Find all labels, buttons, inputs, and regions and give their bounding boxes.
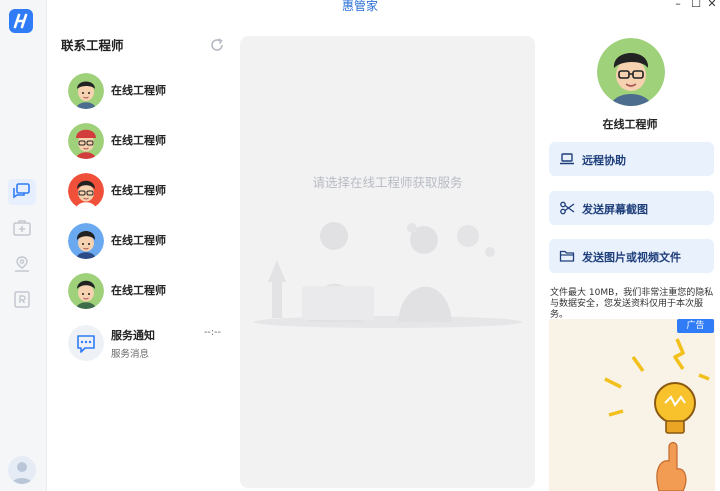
engineer-list-item[interactable]: 在线工程师 xyxy=(66,121,226,163)
engineer-name: 在线工程师 xyxy=(111,234,166,247)
scissors-icon xyxy=(560,201,575,215)
engineer-name: 在线工程师 xyxy=(111,84,166,97)
people-illustration-icon xyxy=(254,222,522,328)
refresh-button[interactable] xyxy=(209,37,225,53)
engineer-list-item[interactable]: 在线工程师 xyxy=(66,271,226,313)
user-avatar[interactable] xyxy=(8,456,36,484)
lightbulb-ad-icon xyxy=(604,338,710,491)
sidebar-item-chat[interactable] xyxy=(8,179,36,205)
sidebar-item-records[interactable] xyxy=(12,289,32,309)
minimize-button[interactable]: – xyxy=(671,0,685,10)
empty-state-illustration xyxy=(252,210,524,332)
ad-badge: 广告 xyxy=(677,319,714,333)
refresh-icon xyxy=(211,38,223,51)
engineer-list-item[interactable]: 在线工程师 xyxy=(66,221,226,263)
engineer-list-item[interactable]: 在线工程师 xyxy=(66,171,226,213)
sidebar-item-location[interactable] xyxy=(12,254,32,274)
remote-assist-button[interactable]: 远程协助 xyxy=(549,142,714,176)
r-document-icon xyxy=(14,291,30,308)
message-dots-icon xyxy=(77,335,95,353)
engineer-avatar xyxy=(68,73,104,109)
empty-state-hint: 请选择在线工程师获取服务 xyxy=(312,175,463,190)
engineer-avatar xyxy=(68,273,104,309)
engineer-profile-name: 在线工程师 xyxy=(602,118,658,131)
send-screenshot-label: 发送屏幕截图 xyxy=(582,203,648,216)
send-media-button[interactable]: 发送图片或视频文件 xyxy=(549,239,714,273)
laptop-icon xyxy=(560,153,574,165)
sidebar-item-repair[interactable] xyxy=(12,218,32,238)
engineer-profile-avatar xyxy=(597,38,665,106)
notice-avatar xyxy=(68,325,104,361)
app-title: 惠管家 xyxy=(341,0,378,13)
user-avatar-icon xyxy=(12,462,32,484)
send-screenshot-button[interactable]: 发送屏幕截图 xyxy=(549,191,714,225)
engineer-name: 在线工程师 xyxy=(111,134,166,147)
medical-kit-icon xyxy=(13,220,31,236)
engineer-avatar xyxy=(68,173,104,209)
service-notice-item[interactable]: 服务通知 服务消息 --:-- xyxy=(66,322,226,364)
close-button[interactable]: ✕ xyxy=(705,0,719,10)
contacts-title: 联系工程师 xyxy=(61,38,124,53)
remote-assist-label: 远程协助 xyxy=(582,154,626,167)
chat-bubbles-icon xyxy=(13,183,30,199)
notice-title: 服务通知 xyxy=(111,329,155,342)
engineer-name: 在线工程师 xyxy=(111,184,166,197)
maximize-button[interactable]: ☐ xyxy=(689,0,703,10)
app-logo xyxy=(9,9,33,33)
send-media-label: 发送图片或视频文件 xyxy=(582,251,681,264)
location-pin-icon xyxy=(15,256,29,272)
title-bar: 惠管家 – ☐ ✕ xyxy=(0,0,720,14)
engineer-avatar xyxy=(68,223,104,259)
engineer-name: 在线工程师 xyxy=(111,284,166,297)
engineer-avatar xyxy=(68,123,104,159)
folder-icon xyxy=(559,250,575,262)
notice-subtitle: 服务消息 xyxy=(111,349,150,360)
sidebar xyxy=(0,0,47,491)
logo-h-icon xyxy=(13,13,28,29)
engineer-list-item[interactable]: 在线工程师 xyxy=(66,71,226,113)
notice-time: --:-- xyxy=(204,327,221,338)
privacy-disclaimer: 文件最大 10MB，我们非常注重您的隐私与数据安全，您发送资料仅用于本次服务。 xyxy=(550,288,714,320)
advertisement-banner[interactable] xyxy=(549,319,715,491)
